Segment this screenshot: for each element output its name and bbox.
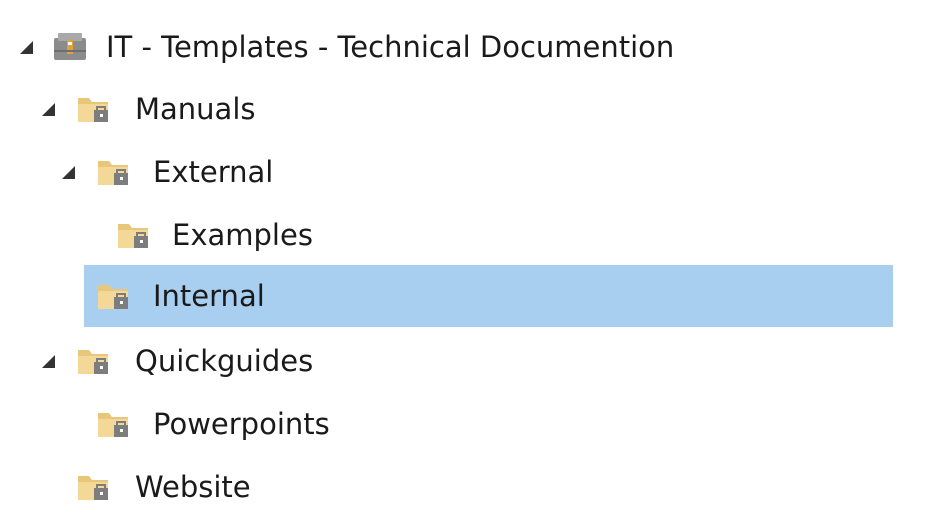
tree-node-website[interactable]: Website bbox=[0, 456, 941, 518]
tree-node-label: Website bbox=[135, 470, 251, 504]
tree-node-label: Powerpoints bbox=[153, 407, 330, 441]
tree-node-examples[interactable]: Examples bbox=[0, 204, 941, 266]
tree-node-manuals[interactable]: Manuals bbox=[0, 78, 941, 140]
tree-node-internal[interactable]: Internal bbox=[0, 265, 941, 327]
tree-node-quickguides[interactable]: Quickguides bbox=[0, 330, 941, 392]
folder-tree: IT - Templates - Technical Documention M… bbox=[0, 0, 941, 529]
folder-icon bbox=[96, 279, 132, 313]
tree-node-label: Internal bbox=[153, 279, 265, 313]
expanded-arrow-icon[interactable] bbox=[60, 164, 76, 180]
library-icon bbox=[52, 30, 88, 64]
expanded-arrow-icon[interactable] bbox=[40, 101, 56, 117]
folder-icon bbox=[96, 155, 132, 189]
folder-icon bbox=[96, 407, 132, 441]
tree-node-external[interactable]: External bbox=[0, 141, 941, 203]
tree-node-powerpoints[interactable]: Powerpoints bbox=[0, 393, 941, 455]
folder-icon bbox=[76, 92, 112, 126]
tree-node-label: External bbox=[153, 155, 274, 189]
expanded-arrow-icon[interactable] bbox=[40, 353, 56, 369]
tree-node-label: IT - Templates - Technical Documention bbox=[106, 30, 675, 64]
tree-node-label: Quickguides bbox=[135, 344, 314, 378]
tree-node-label: Manuals bbox=[135, 92, 256, 126]
folder-icon bbox=[76, 470, 112, 504]
folder-icon bbox=[116, 218, 152, 252]
tree-node-label: Examples bbox=[172, 218, 313, 252]
tree-node-root[interactable]: IT - Templates - Technical Documention bbox=[0, 16, 941, 78]
folder-icon bbox=[76, 344, 112, 378]
expanded-arrow-icon[interactable] bbox=[18, 39, 34, 55]
